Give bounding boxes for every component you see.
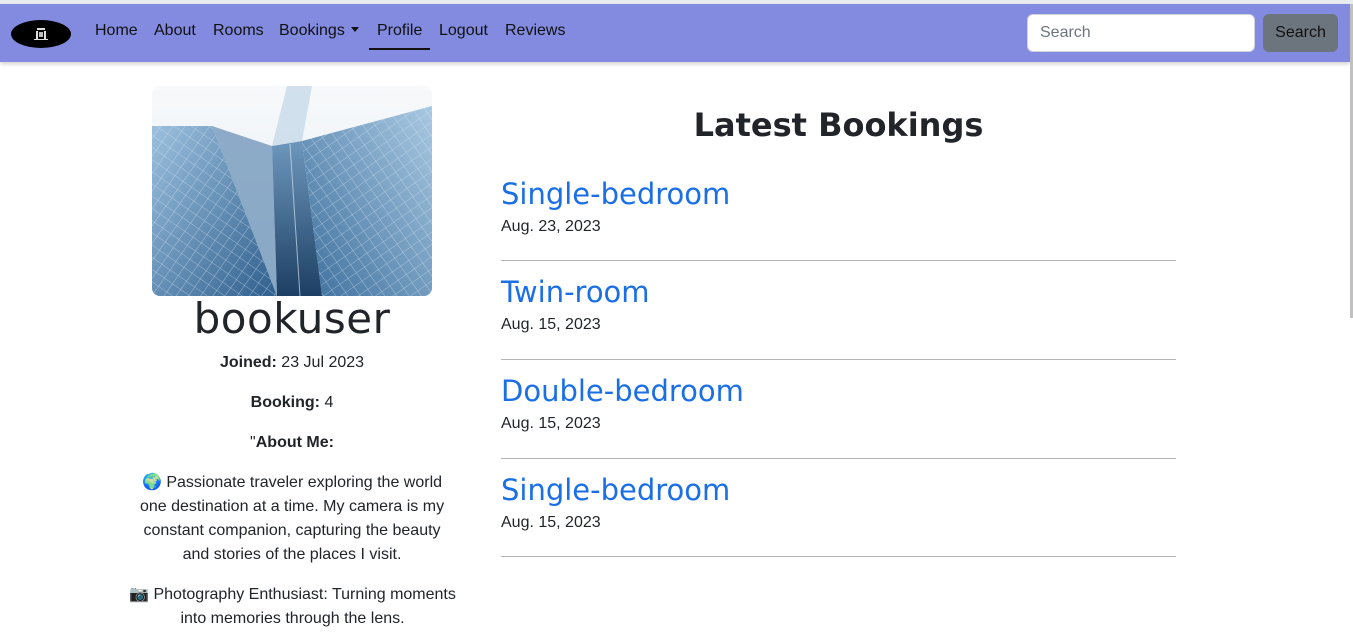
nav-logout[interactable]: Logout — [439, 22, 488, 40]
profile-photo — [152, 86, 432, 296]
booking-value: 4 — [324, 394, 334, 411]
booking-date: Aug. 15, 2023 — [501, 316, 601, 333]
nav-about[interactable]: About — [154, 22, 196, 40]
booking-room-link[interactable]: Single-bedroom — [501, 176, 1176, 212]
search-input[interactable] — [1027, 14, 1255, 52]
nav-reviews[interactable]: Reviews — [505, 22, 565, 40]
navbar: Home About Rooms Bookings Profile Logout… — [0, 4, 1350, 62]
booking-date: Aug. 23, 2023 — [501, 218, 601, 235]
profile-username: bookuser — [193, 294, 391, 343]
hotel-logo-icon — [34, 28, 48, 40]
joined-label: Joined: — [219, 354, 277, 371]
booking-date: Aug. 15, 2023 — [501, 415, 601, 432]
booking-count-row: Booking: 4 — [132, 391, 452, 415]
bio-paragraph-1: 🌍 Passionate traveler exploring the worl… — [139, 474, 445, 563]
nav-bookings-dropdown[interactable]: Bookings — [279, 22, 359, 40]
brand-logo[interactable] — [11, 20, 71, 48]
latest-bookings-title: Latest Bookings — [693, 106, 984, 144]
nav-home[interactable]: Home — [95, 22, 138, 40]
booking-item: Twin-room Aug. 15, 2023 — [501, 274, 1176, 360]
nav-profile[interactable]: Profile — [369, 22, 431, 50]
bio-paragraph-2: 📷 Photography Enthusiast: Turning moment… — [129, 586, 456, 627]
about-label: About Me: — [255, 434, 334, 451]
booking-item: Double-bedroom Aug. 15, 2023 — [501, 373, 1176, 459]
nav-bookings-label: Bookings — [279, 22, 345, 39]
joined-row: Joined: 23 Jul 2023 — [132, 351, 452, 375]
chevron-down-icon — [350, 27, 359, 33]
about-me-heading: "About Me: — [132, 431, 452, 455]
booking-room-link[interactable]: Twin-room — [501, 274, 1176, 310]
booking-label: Booking: — [250, 394, 320, 411]
nav-rooms[interactable]: Rooms — [213, 22, 264, 40]
search-button[interactable]: Search — [1263, 14, 1338, 52]
booking-room-link[interactable]: Single-bedroom — [501, 472, 1176, 508]
booking-date: Aug. 15, 2023 — [501, 514, 601, 531]
booking-item: Single-bedroom Aug. 15, 2023 — [501, 472, 1176, 557]
skyscraper-image — [152, 86, 432, 296]
booking-room-link[interactable]: Double-bedroom — [501, 373, 1176, 409]
booking-item: Single-bedroom Aug. 23, 2023 — [501, 176, 1176, 261]
joined-value: 23 Jul 2023 — [281, 354, 365, 371]
